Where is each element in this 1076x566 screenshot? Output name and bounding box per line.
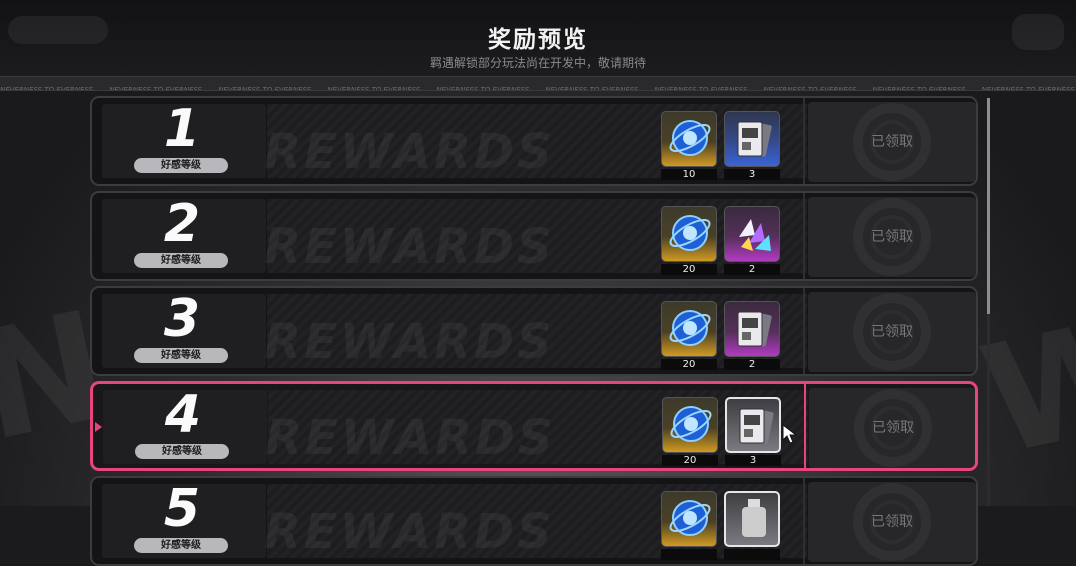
ticker-text: NEVERNESS TO EVERNESS: [436, 86, 530, 91]
claim-status[interactable]: 已领取: [808, 292, 976, 372]
reward-item[interactable]: [724, 491, 780, 547]
level-label: 好感等级: [134, 158, 228, 173]
ticker-strip: NEVERNESS TO EVERNESS NEVERNESS TO EVERNE…: [0, 76, 1076, 91]
claim-status[interactable]: 已领取: [809, 388, 975, 468]
level-number: 3: [163, 289, 201, 349]
claim-status[interactable]: 已领取: [808, 197, 976, 277]
level-label: 好感等级: [134, 253, 228, 268]
level-label: 好感等级: [134, 348, 228, 363]
level-number: 2: [163, 194, 201, 254]
rewards-watermark: REWARDS: [264, 124, 555, 180]
reward-item[interactable]: [725, 397, 781, 453]
row-divider: [804, 384, 806, 468]
claimed-label: 已领取: [871, 324, 913, 340]
reward-item[interactable]: [661, 111, 717, 167]
item-quantity: 20: [662, 455, 718, 466]
reward-item[interactable]: [661, 206, 717, 262]
page-subtitle: 羁遇解锁部分玩法尚在开发中，敬请期待: [429, 56, 646, 70]
reward-row[interactable]: REWARDS 4 好感等级 20 3 已领取: [90, 381, 978, 471]
ticker-text: NEVERNESS TO EVERNESS: [109, 86, 203, 91]
reward-item[interactable]: [724, 206, 780, 262]
level-number: 4: [164, 385, 202, 445]
ticker-text: NEVERNESS TO EVERNESS: [872, 86, 966, 91]
ticker-text: NEVERNESS TO EVERNESS: [763, 86, 857, 91]
claim-status[interactable]: 已领取: [808, 482, 976, 562]
item-quantity: 20: [661, 359, 717, 370]
reward-item[interactable]: [662, 397, 718, 453]
level-label: 好感等级: [135, 444, 229, 459]
item-quantity: 3: [724, 169, 780, 180]
page-title: 奖励预览: [488, 27, 588, 53]
item-quantity: 3: [725, 455, 781, 466]
header: 奖励预览 羁遇解锁部分玩法尚在开发中，敬请期待: [0, 0, 1076, 76]
ticker-text: NEVERNESS TO EVERNESS: [654, 86, 748, 91]
reward-row[interactable]: REWARDS 2 好感等级 20 2 已领取: [90, 191, 978, 281]
level-number: 5: [163, 479, 201, 539]
level-number: 1: [163, 99, 201, 159]
level-label: 好感等级: [134, 538, 228, 553]
item-quantity: 20: [661, 264, 717, 275]
row-divider: [803, 288, 805, 374]
reward-item[interactable]: [724, 301, 780, 357]
item-quantity: [661, 549, 717, 560]
claimed-label: 已领取: [871, 134, 913, 150]
ticker-text: NEVERNESS TO EVERNESS: [218, 86, 312, 91]
reward-row[interactable]: REWARDS 3 好感等级 20 2 已领取: [90, 286, 978, 376]
reward-row[interactable]: REWARDS 1 好感等级 10 3 已领取: [90, 96, 978, 186]
item-quantity: 2: [724, 359, 780, 370]
ticker-text: NEVERNESS TO EVERNESS: [0, 86, 94, 91]
row-divider: [803, 98, 805, 184]
selection-arrow-icon: [95, 422, 102, 432]
claimed-label: 已领取: [871, 514, 913, 530]
reward-row[interactable]: REWARDS 5 好感等级 已领取: [90, 476, 978, 566]
scrollbar-thumb[interactable]: [987, 98, 990, 314]
ticker-text: NEVERNESS TO EVERNESS: [545, 86, 639, 91]
reward-item[interactable]: [661, 491, 717, 547]
rewards-watermark: REWARDS: [264, 504, 555, 560]
reward-item[interactable]: [724, 111, 780, 167]
item-quantity: 10: [661, 169, 717, 180]
claimed-label: 已领取: [872, 420, 914, 436]
mouse-cursor-icon: [782, 424, 798, 444]
ticker-text: NEVERNESS TO EVERNESS: [981, 86, 1075, 91]
item-quantity: 2: [724, 264, 780, 275]
row-divider: [803, 193, 805, 279]
reward-item[interactable]: [661, 301, 717, 357]
item-quantity: [724, 549, 780, 560]
claimed-label: 已领取: [871, 229, 913, 245]
claim-status[interactable]: 已领取: [808, 102, 976, 182]
ticker-text: NEVERNESS TO EVERNESS: [327, 86, 421, 91]
rewards-watermark: REWARDS: [265, 410, 556, 466]
rewards-watermark: REWARDS: [264, 219, 555, 275]
rewards-watermark: REWARDS: [264, 314, 555, 370]
row-divider: [803, 478, 805, 564]
